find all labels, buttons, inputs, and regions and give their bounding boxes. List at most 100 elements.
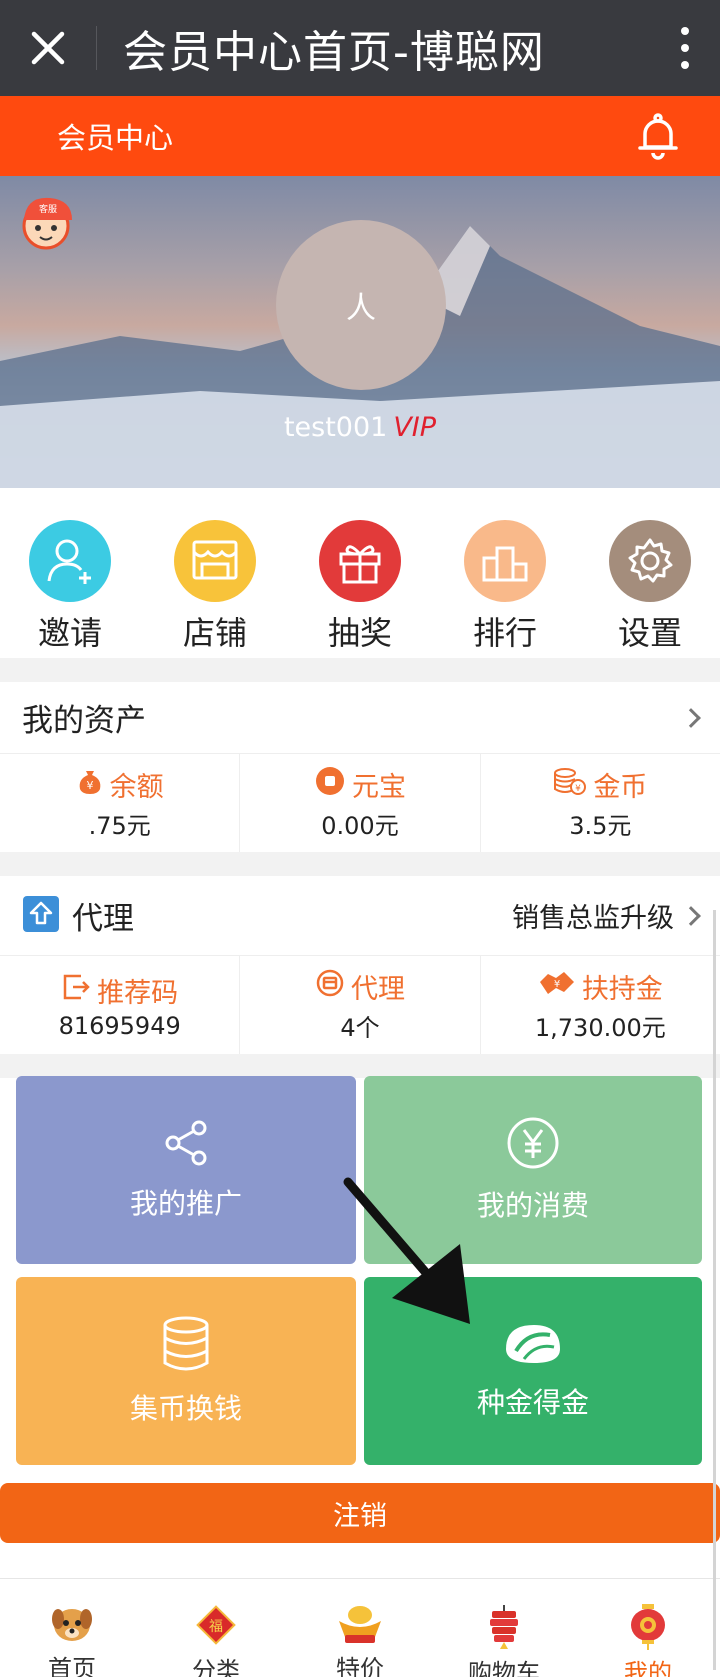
shop-icon [174, 520, 256, 602]
quick-lottery-label: 抽奖 [327, 614, 392, 652]
tile-my-consumption[interactable]: 我的消费 [364, 1076, 702, 1264]
stat-agent-label: 代理 [350, 974, 405, 1005]
tile-collect-coins-label: 集币换钱 [129, 1392, 242, 1425]
svg-text:福: 福 [209, 1619, 223, 1635]
stat-balance[interactable]: ¥ 余额 .75元 [0, 754, 241, 852]
vip-badge: VIP [393, 412, 437, 443]
quick-shop-label: 店铺 [182, 614, 247, 652]
agent-stats: 推荐码 81695949 代理 4个 ¥ 扶持金 1,730.00元 [0, 956, 720, 1054]
quick-settings[interactable]: 设置 [594, 520, 706, 658]
customer-service-mascot-icon[interactable]: 客服 [16, 190, 80, 254]
coin-stack-icon [161, 1315, 211, 1377]
quick-shop[interactable]: 店铺 [159, 520, 271, 658]
page-title: 会员中心首页-博聪网 [123, 27, 545, 78]
agent-header[interactable]: 代理 销售总监升级 [0, 876, 720, 956]
stat-support-fund-label: 扶持金 [581, 974, 663, 1005]
upgrade-label: 销售总监升级 [512, 903, 674, 934]
profile-banner: 客服 人 test001 VIP [0, 176, 720, 488]
section-divider [0, 658, 720, 682]
quick-actions: 邀请 店铺 抽奖 排行 设置 [0, 488, 720, 658]
stat-referral-code-label: 推荐码 [97, 977, 179, 1009]
chevron-right-icon [681, 905, 701, 926]
stat-balance-label: 余额 [109, 772, 164, 803]
stat-referral-code-value: 81695949 [58, 1011, 181, 1040]
category-fu-icon: 福 [193, 1603, 239, 1647]
tile-plant-gold[interactable]: 种金得金 [364, 1277, 702, 1465]
quick-invite[interactable]: 邀请 [14, 520, 126, 658]
gear-icon [609, 520, 691, 602]
cart-firecracker-icon [481, 1603, 527, 1649]
assets-stats: ¥ 余额 .75元 元宝 0.00元 ¥ 金币 3.5元 [0, 754, 720, 852]
bell-icon[interactable] [628, 106, 688, 166]
chevron-right-icon[interactable] [674, 707, 701, 728]
my-assets-header[interactable]: 我的资产 [0, 682, 720, 754]
section-divider [0, 852, 720, 876]
tile-my-consumption-label: 我的消费 [476, 1189, 589, 1222]
add-user-icon [29, 520, 111, 602]
titlebar-divider [96, 26, 97, 70]
handshake-icon: ¥ [538, 968, 576, 1005]
stat-support-fund[interactable]: ¥ 扶持金 1,730.00元 [481, 956, 720, 1054]
svg-text:¥: ¥ [86, 779, 93, 792]
bottom-nav: 首页 福 分类 特价 购物车 我的 [0, 1578, 720, 1677]
tile-my-promotion[interactable]: 我的推广 [16, 1076, 356, 1264]
home-dog-icon [49, 1603, 95, 1645]
quick-invite-label: 邀请 [37, 614, 102, 652]
nav-special-label: 特价 [336, 1655, 384, 1677]
quick-settings-label: 设置 [617, 614, 682, 652]
upgrade-link[interactable]: 销售总监升级 [512, 896, 701, 935]
tile-collect-coins[interactable]: 集币换钱 [16, 1277, 356, 1465]
money-bag-icon: ¥ [76, 767, 104, 802]
stat-ingot[interactable]: 元宝 0.00元 [240, 754, 481, 852]
stat-coins[interactable]: ¥ 金币 3.5元 [481, 754, 720, 852]
avatar[interactable]: 人 [276, 220, 446, 390]
stat-ingot-label: 元宝 [351, 772, 406, 803]
share-icon [161, 1118, 211, 1172]
agent-icon [315, 968, 345, 1005]
nav-home[interactable]: 首页 [0, 1579, 144, 1677]
member-center-header: 会员中心 [0, 96, 720, 176]
page: { "titlebar": { "title": "会员中心首页-博聪网", "… [0, 0, 720, 1677]
username: test001 [283, 412, 388, 443]
stat-referral-code[interactable]: 推荐码 81695949 [0, 956, 241, 1054]
upgrade-arrow-icon [22, 895, 60, 937]
svg-text:客服: 客服 [39, 203, 57, 215]
quick-ranking-label: 排行 [472, 614, 537, 652]
stat-balance-value: .75元 [88, 812, 151, 840]
agent-title: 代理 [72, 901, 134, 937]
my-assets-title: 我的资产 [22, 703, 146, 739]
nav-home-label: 首页 [48, 1655, 96, 1677]
lantern-icon [625, 1603, 671, 1650]
svg-text:¥: ¥ [575, 784, 581, 794]
username-line: test001 VIP [0, 412, 720, 443]
tile-plant-gold-label: 种金得金 [476, 1386, 589, 1419]
nav-category[interactable]: 福 分类 [144, 1579, 288, 1677]
stat-coins-label: 金币 [593, 772, 648, 803]
section-divider [0, 1054, 720, 1078]
special-ingot-icon [337, 1603, 383, 1645]
stat-agent-value: 4个 [340, 1014, 380, 1042]
gift-icon [319, 520, 401, 602]
nav-mine[interactable]: 我的 [576, 1579, 720, 1677]
stat-agent[interactable]: 代理 4个 [240, 956, 481, 1054]
logout-button[interactable]: 注销 [0, 1483, 720, 1543]
nav-cart[interactable]: 购物车 [432, 1579, 576, 1677]
yen-circle-icon [506, 1116, 560, 1174]
close-icon[interactable] [0, 0, 96, 96]
scrollbar[interactable] [713, 910, 716, 1670]
nav-category-label: 分类 [192, 1657, 240, 1677]
coins-icon: ¥ [553, 766, 587, 803]
nav-cart-label: 购物车 [468, 1659, 540, 1677]
quick-lottery[interactable]: 抽奖 [304, 520, 416, 658]
header-title: 会员中心 [57, 121, 174, 155]
share-out-icon [61, 972, 91, 1009]
podium-icon [464, 520, 546, 602]
stat-support-fund-value: 1,730.00元 [534, 1014, 666, 1042]
stat-coins-value: 3.5元 [569, 812, 632, 840]
window-titlebar: 会员中心首页-博聪网 [0, 0, 720, 96]
nav-special[interactable]: 特价 [288, 1579, 432, 1677]
quick-ranking[interactable]: 排行 [449, 520, 561, 658]
seed-icon [502, 1321, 564, 1371]
more-vertical-icon[interactable] [650, 0, 720, 96]
svg-text:¥: ¥ [554, 979, 560, 990]
